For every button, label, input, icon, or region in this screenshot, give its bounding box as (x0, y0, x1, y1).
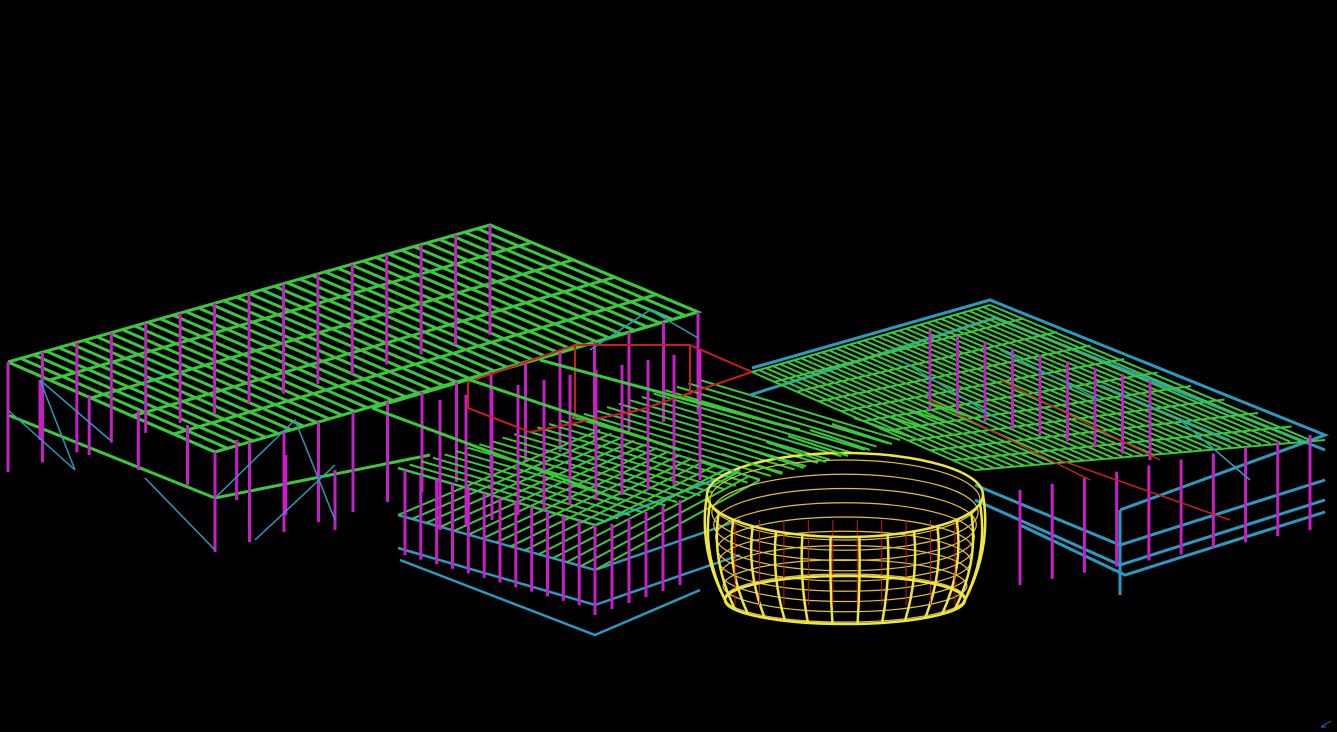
roof-purlin (464, 230, 674, 321)
structural-wireframe-model[interactable] (0, 0, 1337, 732)
3d-model-viewport[interactable] (0, 0, 1337, 732)
roof-purlin (451, 234, 661, 325)
floor-joist (975, 308, 1291, 443)
axis-triad-icon (1320, 720, 1332, 728)
dome-structure (703, 451, 987, 626)
roof-purlin (438, 238, 648, 329)
roof-purlin (425, 241, 636, 332)
roof-purlin (413, 245, 623, 336)
central-block (371, 344, 901, 637)
roof-purlin (476, 227, 686, 318)
floor-joist (982, 306, 1301, 442)
